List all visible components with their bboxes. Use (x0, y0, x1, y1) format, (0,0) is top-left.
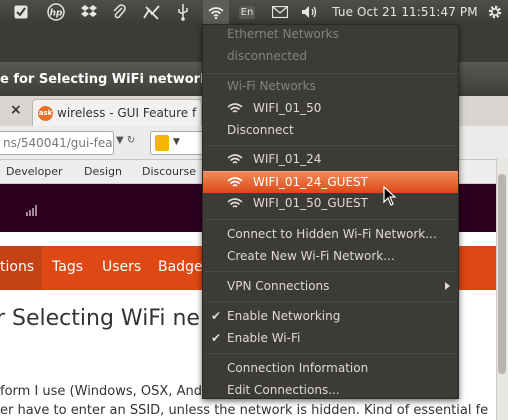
search-engine-selector[interactable]: ▼ (150, 131, 210, 155)
check-icon: ✔ (211, 309, 222, 323)
chevron-down-icon: ▼ (173, 137, 180, 147)
wifi-signal-icon (227, 103, 243, 113)
menu-item-label: WIFI_01_24 (253, 152, 322, 166)
menu-connect-hidden[interactable]: Connect to Hidden Wi-Fi Network... (203, 224, 458, 246)
nav-users[interactable]: Users (102, 259, 141, 275)
close-tab-icon[interactable]: × (10, 102, 22, 118)
menu-item-label: Disconnect (227, 123, 294, 137)
clock[interactable]: Tue Oct 21 11:51:47 PM (332, 0, 478, 24)
stats-icon (26, 205, 37, 216)
submenu-arrow-icon (445, 282, 450, 290)
search-engine-icon (155, 135, 169, 151)
menu-item-label: VPN Connections (227, 279, 330, 293)
menu-item-label: Enable Wi-Fi (227, 331, 301, 345)
bookmark-discourse[interactable]: Discourse (142, 165, 196, 178)
menu-item-label: Wi-Fi Networks (227, 79, 316, 93)
bookmark-developer[interactable]: Developer (6, 165, 63, 178)
body-line: er have to enter an SSID, unless the net… (0, 403, 489, 418)
nav-questions[interactable]: tions (0, 259, 34, 275)
gear-icon[interactable] (484, 0, 506, 24)
url-bar[interactable]: ns/540041/gui-fea (0, 131, 114, 155)
volume-icon[interactable] (298, 0, 322, 24)
no-signal-icon[interactable] (140, 0, 164, 24)
menu-separator (205, 145, 456, 146)
wifi-signal-icon (227, 177, 243, 187)
menu-network-item[interactable]: WIFI_01_50_GUEST (203, 193, 458, 215)
menu-item-label: disconnected (227, 49, 308, 63)
url-dropdown-reload[interactable]: ▼ ↻ (116, 135, 135, 146)
menu-separator (205, 271, 456, 272)
wifi-indicator-icon[interactable] (203, 0, 229, 24)
menu-vpn-connections[interactable]: VPN Connections (203, 276, 458, 298)
menu-network-connected[interactable]: WIFI_01_50 (203, 98, 458, 120)
askubuntu-favicon: ask (38, 106, 53, 121)
menu-item-label: Create New Wi-Fi Network... (227, 249, 395, 263)
menu-item-label: WIFI_01_50_GUEST (253, 196, 368, 210)
menu-network-item-highlighted[interactable]: WIFI_01_24_GUEST (203, 171, 458, 193)
menu-item-label: WIFI_01_50 (253, 101, 322, 115)
check-icon: ✔ (211, 331, 222, 345)
menu-ethernet-header: Ethernet Networks (203, 24, 458, 46)
keyboard-layout-label: En (238, 5, 256, 19)
browser-tab[interactable]: ask wireless - GUI Feature f (32, 99, 202, 127)
hp-icon[interactable]: hp (44, 0, 68, 24)
menu-item-label: Enable Networking (227, 309, 341, 323)
mouse-cursor-icon (383, 186, 397, 206)
checkbox-icon[interactable] (10, 0, 32, 24)
menu-wifi-header: Wi-Fi Networks (203, 76, 458, 98)
bookmark-design[interactable]: Design (84, 165, 122, 178)
menu-item-label: Connect to Hidden Wi-Fi Network... (227, 227, 437, 241)
nav-tags[interactable]: Tags (52, 259, 83, 275)
menu-separator (205, 73, 456, 74)
mail-icon[interactable] (268, 0, 292, 24)
menu-item-label: Ethernet Networks (227, 27, 339, 41)
wifi-signal-icon (227, 198, 243, 208)
top-panel: hp En Tue Oct 21 11:51:47 PM (0, 0, 508, 24)
menu-network-item[interactable]: WIFI_01_24 (203, 149, 458, 171)
nav-badges[interactable]: Badge (158, 259, 203, 275)
scrollbar-thumb[interactable] (498, 174, 506, 374)
keyboard-layout-indicator[interactable]: En (236, 0, 258, 24)
question-title[interactable]: r Selecting WiFi ne (0, 306, 200, 331)
menu-item-label: Connection Information (227, 361, 369, 375)
menu-separator (205, 219, 456, 220)
menu-separator (205, 353, 456, 354)
tab-label: wireless - GUI Feature f (57, 106, 197, 120)
menu-enable-networking[interactable]: ✔ Enable Networking (203, 306, 458, 328)
menu-enable-wifi[interactable]: ✔ Enable Wi-Fi (203, 328, 458, 350)
menu-item-label: Edit Connections... (227, 383, 340, 397)
network-menu: Ethernet Networks disconnected Wi-Fi Net… (202, 24, 459, 399)
menu-ethernet-status: disconnected (203, 46, 458, 68)
paperclip-icon[interactable] (108, 0, 130, 24)
menu-edit-connections[interactable]: Edit Connections... (203, 380, 458, 402)
menu-connection-info[interactable]: Connection Information (203, 358, 458, 380)
menu-separator (205, 301, 456, 302)
menu-disconnect[interactable]: Disconnect (203, 120, 458, 142)
menu-item-label: WIFI_01_24_GUEST (253, 175, 368, 189)
wifi-signal-icon (227, 154, 243, 164)
dropbox-icon[interactable] (78, 0, 100, 24)
svg-text:hp: hp (50, 9, 63, 19)
menu-create-network[interactable]: Create New Wi-Fi Network... (203, 246, 458, 268)
usb-icon[interactable] (172, 0, 194, 24)
